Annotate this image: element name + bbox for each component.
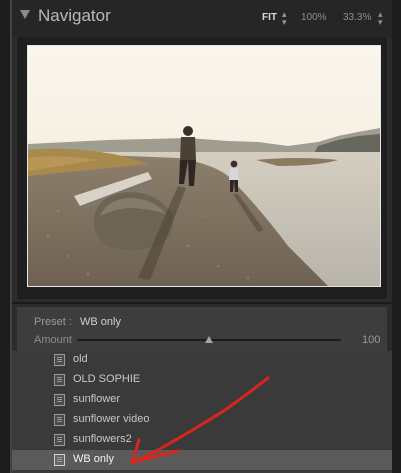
preset-label: Preset : <box>34 316 72 328</box>
preset-label: old <box>73 353 88 365</box>
list-item[interactable]: old <box>12 350 392 370</box>
scrollbar[interactable] <box>392 0 401 473</box>
list-item[interactable]: sunflower <box>12 390 392 410</box>
preset-document-icon <box>54 414 65 426</box>
panel-divider <box>12 302 392 304</box>
zoom-fit-button[interactable]: FIT <box>262 12 277 23</box>
amount-label: Amount <box>34 334 72 346</box>
preset-document-icon <box>54 374 65 386</box>
list-item-selected[interactable]: WB only <box>12 450 392 470</box>
zoom-100-button[interactable]: 100% <box>301 12 327 23</box>
preset-document-icon <box>54 454 65 466</box>
preset-document-icon <box>54 394 65 406</box>
preset-document-icon <box>54 354 65 366</box>
preset-label: sunflower video <box>73 413 150 425</box>
navigator-preview-image[interactable] <box>27 45 381 287</box>
collapse-triangle-icon[interactable] <box>20 10 30 19</box>
list-item[interactable]: sunflower video <box>12 410 392 430</box>
zoom-custom-button[interactable]: 33.3% <box>343 12 371 23</box>
preset-label: sunflowers2 <box>73 433 132 445</box>
list-item[interactable]: OLD SOPHIE <box>12 370 392 390</box>
preset-document-icon <box>54 434 65 446</box>
left-edge <box>0 0 10 473</box>
list-item[interactable]: sunflowers2 <box>12 430 392 450</box>
zoom-custom-stepper-icon[interactable]: ▴ ▾ <box>378 10 383 27</box>
preset-value: WB only <box>80 316 121 328</box>
amount-value[interactable]: 100 <box>362 334 380 346</box>
navigator-title: Navigator <box>38 6 111 25</box>
preset-label: WB only <box>73 453 114 465</box>
amount-slider-thumb[interactable] <box>205 336 213 343</box>
preset-label: sunflower <box>73 393 121 405</box>
preset-label: OLD SOPHIE <box>73 373 141 385</box>
zoom-fit-stepper-icon[interactable]: ▴ ▾ <box>282 10 287 27</box>
preset-panel <box>17 307 387 351</box>
